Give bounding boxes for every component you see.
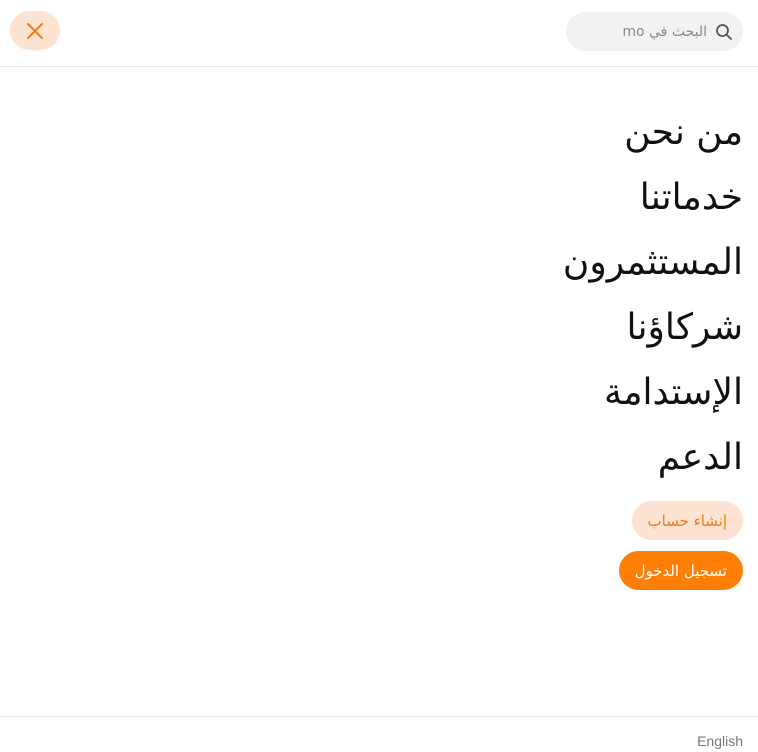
- create-account-button[interactable]: إنشاء حساب: [631, 501, 743, 540]
- language-switch-link[interactable]: English: [697, 733, 743, 749]
- close-menu-button[interactable]: [10, 11, 60, 50]
- menu-item-about[interactable]: من نحن: [563, 100, 743, 165]
- menu-item-investors[interactable]: المستثمرون: [563, 230, 743, 295]
- close-icon: [27, 22, 43, 39]
- footer: English: [0, 716, 758, 752]
- search-input[interactable]: [595, 22, 709, 41]
- menu-item-services[interactable]: خدماتنا: [563, 165, 743, 230]
- search-box[interactable]: [566, 12, 743, 51]
- menu-item-partners[interactable]: شركاؤنا: [563, 295, 743, 360]
- login-button[interactable]: تسجيل الدخول: [618, 551, 743, 590]
- main-menu: من نحن خدماتنا المستثمرون شركاؤنا الإستد…: [563, 100, 743, 490]
- header: [0, 0, 758, 67]
- menu-item-support[interactable]: الدعم: [563, 425, 743, 490]
- menu-item-sustainability[interactable]: الإستدامة: [563, 360, 743, 425]
- search-icon: [716, 23, 732, 40]
